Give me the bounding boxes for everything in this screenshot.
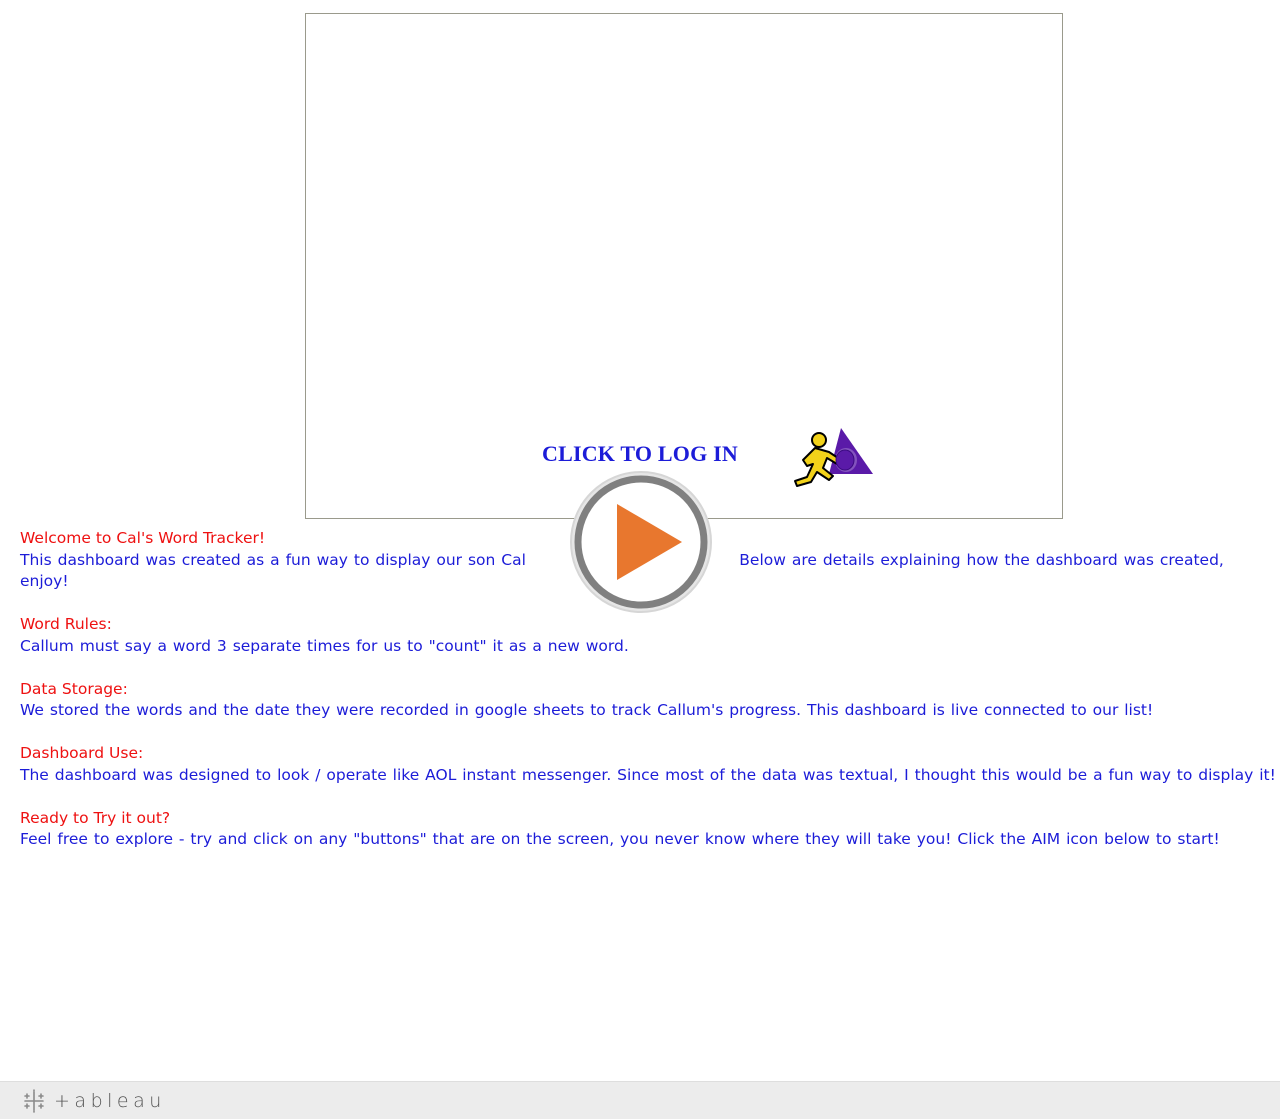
dashboard-page: CLICK TO LOG IN Welcome to Cal's Word Tr…: [0, 0, 1280, 1119]
tableau-brand-text: +ableau: [54, 1090, 166, 1112]
try-it-heading: Ready to Try it out?: [20, 808, 171, 827]
login-button-label[interactable]: CLICK TO LOG IN: [542, 441, 738, 467]
dashboard-use-body: The dashboard was designed to look / ope…: [20, 765, 1276, 784]
tableau-footer-bar: +ableau: [0, 1081, 1280, 1119]
word-rules-body: Callum must say a word 3 separate times …: [20, 636, 629, 655]
word-rules-heading: Word Rules:: [20, 615, 112, 633]
tableau-cross-icon: [24, 1089, 44, 1113]
data-storage-heading: Data Storage:: [20, 679, 128, 698]
tableau-logo-link[interactable]: +ableau: [22, 1089, 166, 1113]
try-it-body: Feel free to explore - try and click on …: [20, 830, 1220, 848]
data-storage-body: We stored the words and the date they we…: [20, 701, 1154, 719]
login-panel: CLICK TO LOG IN: [305, 13, 1063, 519]
play-button[interactable]: [569, 470, 713, 614]
dashboard-use-heading: Dashboard Use:: [20, 744, 144, 762]
aim-running-man-icon[interactable]: [789, 424, 875, 500]
